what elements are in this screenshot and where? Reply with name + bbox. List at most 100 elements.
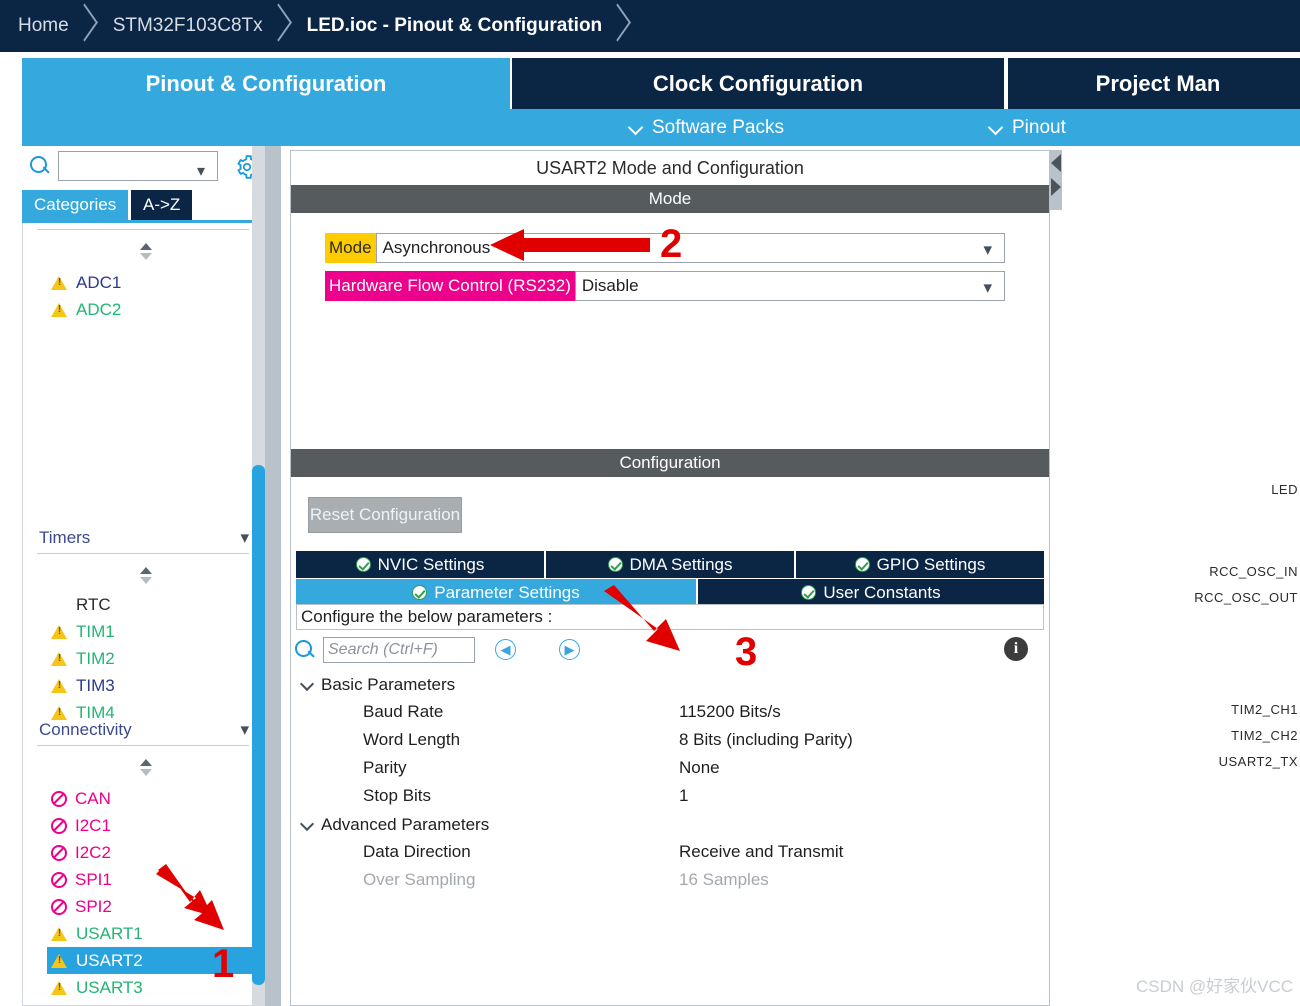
param-value: 8 Bits (including Parity)	[679, 730, 853, 749]
sidebar-item-can[interactable]: CAN	[51, 785, 251, 812]
param-name: Data Direction	[363, 842, 471, 861]
sidebar-item-usb[interactable]: USB	[51, 1001, 251, 1006]
parameter-tree: Basic Parameters Baud Rate 115200 Bits/s…	[301, 671, 1041, 895]
check-circle-icon	[607, 557, 623, 572]
collapse-right-arrow-icon[interactable]	[1051, 178, 1061, 196]
sidebar-item-label: TIM3	[76, 675, 115, 695]
param-value: Receive and Transmit	[679, 842, 844, 861]
warning-icon	[51, 302, 68, 318]
sidebar-item-label: USART2	[76, 950, 143, 970]
search-icon	[26, 153, 52, 179]
tab-label: Parameter Settings	[434, 582, 580, 602]
annotation-number-3: 3	[735, 630, 758, 674]
chevron-down-icon: ▾	[983, 240, 992, 259]
check-circle-icon	[355, 557, 371, 572]
param-row-baud-rate[interactable]: Baud Rate 115200 Bits/s	[301, 699, 1041, 727]
chevron-down-icon	[630, 121, 643, 134]
tab-label: User Constants	[823, 582, 941, 602]
pin-label: TIM2_CH1	[1231, 702, 1298, 717]
panel-title: USART2 Mode and Configuration	[291, 151, 1049, 185]
tab-gpio-settings[interactable]: GPIO Settings	[796, 551, 1044, 578]
forbidden-icon	[51, 790, 67, 807]
breadcrumb-item-home[interactable]: Home	[0, 0, 69, 52]
warning-icon	[51, 275, 68, 291]
tab-pinout-configuration[interactable]: Pinout & Configuration	[22, 58, 510, 109]
param-value: 115200 Bits/s	[679, 702, 781, 721]
param-group-advanced[interactable]: Advanced Parameters	[301, 811, 1041, 839]
forbidden-icon	[51, 844, 67, 861]
breadcrumb-item-current[interactable]: LED.ioc - Pinout & Configuration	[289, 0, 603, 52]
mode-and-configuration-panel: USART2 Mode and Configuration Mode Mode …	[290, 150, 1050, 1006]
param-group-basic[interactable]: Basic Parameters	[301, 671, 1041, 699]
chevron-down-icon	[301, 679, 313, 691]
sidebar-item-label: TIM2	[76, 648, 115, 668]
param-group-label: Basic Parameters	[321, 675, 456, 694]
sidebar-item-tim1[interactable]: TIM1	[51, 618, 251, 645]
sidebar-item-label: I2C1	[75, 815, 111, 835]
tab-a-to-z[interactable]: A->Z	[131, 190, 193, 220]
tab-categories[interactable]: Categories	[22, 190, 129, 220]
chevron-down-icon: ▾	[240, 528, 249, 547]
scroll-updown-icon[interactable]	[138, 567, 154, 585]
sidebar-item-adc1[interactable]: ADC1	[51, 269, 251, 296]
parameter-search-input[interactable]: Search (Ctrl+F)	[323, 637, 475, 663]
param-row-word-length[interactable]: Word Length 8 Bits (including Parity)	[301, 727, 1041, 755]
sidebar-search-row: ▾	[22, 146, 270, 186]
sidebar-item-adc2[interactable]: ADC2	[51, 296, 251, 323]
reset-configuration-button[interactable]: Reset Configuration	[308, 497, 462, 533]
sidebar-group-connectivity[interactable]: Connectivity ▾	[39, 717, 249, 743]
scroll-updown-icon[interactable]	[138, 759, 154, 777]
breadcrumb-separator-icon	[263, 0, 289, 52]
software-packs-label: Software Packs	[652, 116, 784, 138]
circle-right-arrow-icon[interactable]: ▶	[559, 639, 580, 660]
watermark: CSDN @好家伙VCC	[1136, 977, 1294, 996]
breadcrumb-separator-icon	[69, 0, 95, 52]
sidebar-item-tim3[interactable]: TIM3	[51, 672, 251, 699]
mode-combo[interactable]: Asynchronous ▾	[375, 233, 1005, 263]
group-separator	[37, 553, 249, 554]
tab-nvic-settings[interactable]: NVIC Settings	[296, 551, 544, 578]
pin-label: TIM2_CH2	[1231, 728, 1298, 743]
param-row-stop-bits[interactable]: Stop Bits 1	[301, 783, 1041, 811]
tab-project-manager[interactable]: Project Man	[1008, 58, 1300, 109]
sidebar-item-i2c1[interactable]: I2C1	[51, 812, 251, 839]
hardware-flow-control-combo[interactable]: Disable ▾	[574, 271, 1005, 301]
software-packs-menu[interactable]: Software Packs	[630, 109, 784, 146]
check-circle-icon	[801, 585, 817, 600]
panel-collapse-handles[interactable]	[1050, 150, 1062, 210]
mode-field-label: Mode	[325, 233, 376, 263]
breadcrumb-item-mcu[interactable]: STM32F103C8Tx	[95, 0, 263, 52]
tab-label: DMA Settings	[629, 554, 733, 574]
configuration-section: Reset Configuration NVIC Settings DMA Se…	[291, 481, 1049, 1001]
scroll-updown-icon[interactable]	[138, 243, 154, 261]
param-row-data-direction[interactable]: Data Direction Receive and Transmit	[301, 839, 1041, 867]
pinout-label: Pinout	[1012, 116, 1066, 138]
hardware-flow-control-value: Disable	[581, 276, 639, 295]
circle-left-arrow-icon[interactable]: ◀	[495, 639, 516, 660]
mode-band-header: Mode	[291, 185, 1049, 213]
breadcrumb: Home STM32F103C8Tx LED.ioc - Pinout & Co…	[0, 0, 1300, 52]
warning-icon	[51, 678, 68, 694]
chevron-down-icon[interactable]: ▾	[197, 161, 205, 181]
warning-icon	[51, 624, 68, 640]
param-name: Baud Rate	[363, 702, 444, 721]
tab-clock-configuration[interactable]: Clock Configuration	[512, 58, 1004, 109]
chevron-down-icon	[990, 121, 1003, 134]
configuration-band-header: Configuration	[291, 449, 1049, 477]
sidebar-item-rtc[interactable]: RTC	[51, 591, 251, 618]
pinout-menu[interactable]: Pinout	[990, 109, 1066, 146]
sidebar-search-input[interactable]: ▾	[58, 151, 218, 181]
annotation-arrow-2	[490, 229, 650, 261]
check-circle-icon	[854, 557, 870, 572]
sidebar-group-timers[interactable]: Timers ▾	[39, 525, 249, 551]
info-icon[interactable]: i	[1004, 637, 1028, 661]
param-row-parity[interactable]: Parity None	[301, 755, 1041, 783]
sidebar-item-label: USART3	[76, 977, 143, 997]
param-row-over-sampling: Over Sampling 16 Samples	[301, 867, 1041, 895]
collapse-left-arrow-icon[interactable]	[1051, 154, 1061, 172]
chevron-down-icon	[301, 819, 313, 831]
pin-label: RCC_OSC_OUT	[1194, 590, 1298, 605]
sidebar-item-tim2[interactable]: TIM2	[51, 645, 251, 672]
chevron-down-icon: ▾	[240, 720, 249, 739]
tab-dma-settings[interactable]: DMA Settings	[546, 551, 794, 578]
